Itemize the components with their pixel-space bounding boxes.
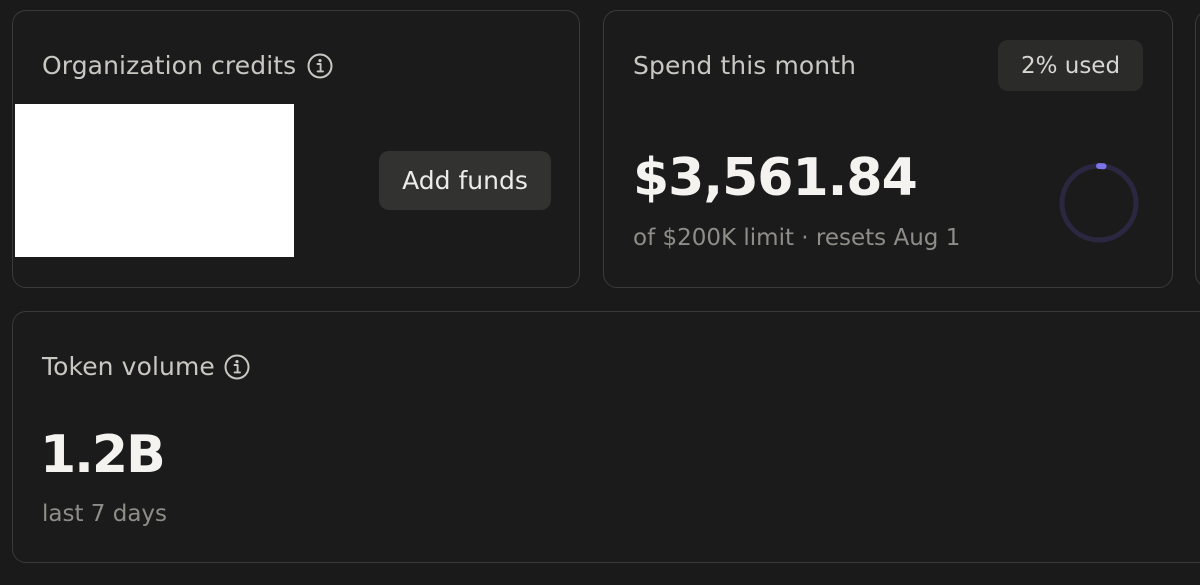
next-card-edge bbox=[1195, 10, 1200, 288]
token-volume-period: last 7 days bbox=[42, 501, 168, 527]
spend-amount: $3,561.84 bbox=[633, 148, 918, 208]
spend-this-month-title: Spend this month bbox=[633, 51, 857, 80]
add-funds-button[interactable]: Add funds bbox=[379, 151, 551, 210]
token-volume-title: Token volume bbox=[42, 352, 215, 381]
token-volume-card: Token volume 1.2B last 7 days bbox=[12, 311, 1200, 563]
spend-progress-ring bbox=[1059, 163, 1139, 243]
spend-progress-ring-track bbox=[1059, 163, 1139, 243]
organization-credits-card: Organization credits Add funds bbox=[12, 10, 580, 288]
info-icon[interactable] bbox=[306, 52, 334, 80]
usage-percent-badge: 2% used bbox=[998, 40, 1143, 91]
spend-limit-subtext: of $200K limit · resets Aug 1 bbox=[633, 225, 961, 251]
info-icon[interactable] bbox=[223, 353, 251, 381]
token-volume-value: 1.2B bbox=[40, 425, 166, 485]
spend-this-month-card: Spend this month 2% used $3,561.84 of $2… bbox=[603, 10, 1173, 288]
organization-credits-title: Organization credits bbox=[42, 51, 297, 80]
redacted-credits-balance bbox=[15, 104, 294, 257]
